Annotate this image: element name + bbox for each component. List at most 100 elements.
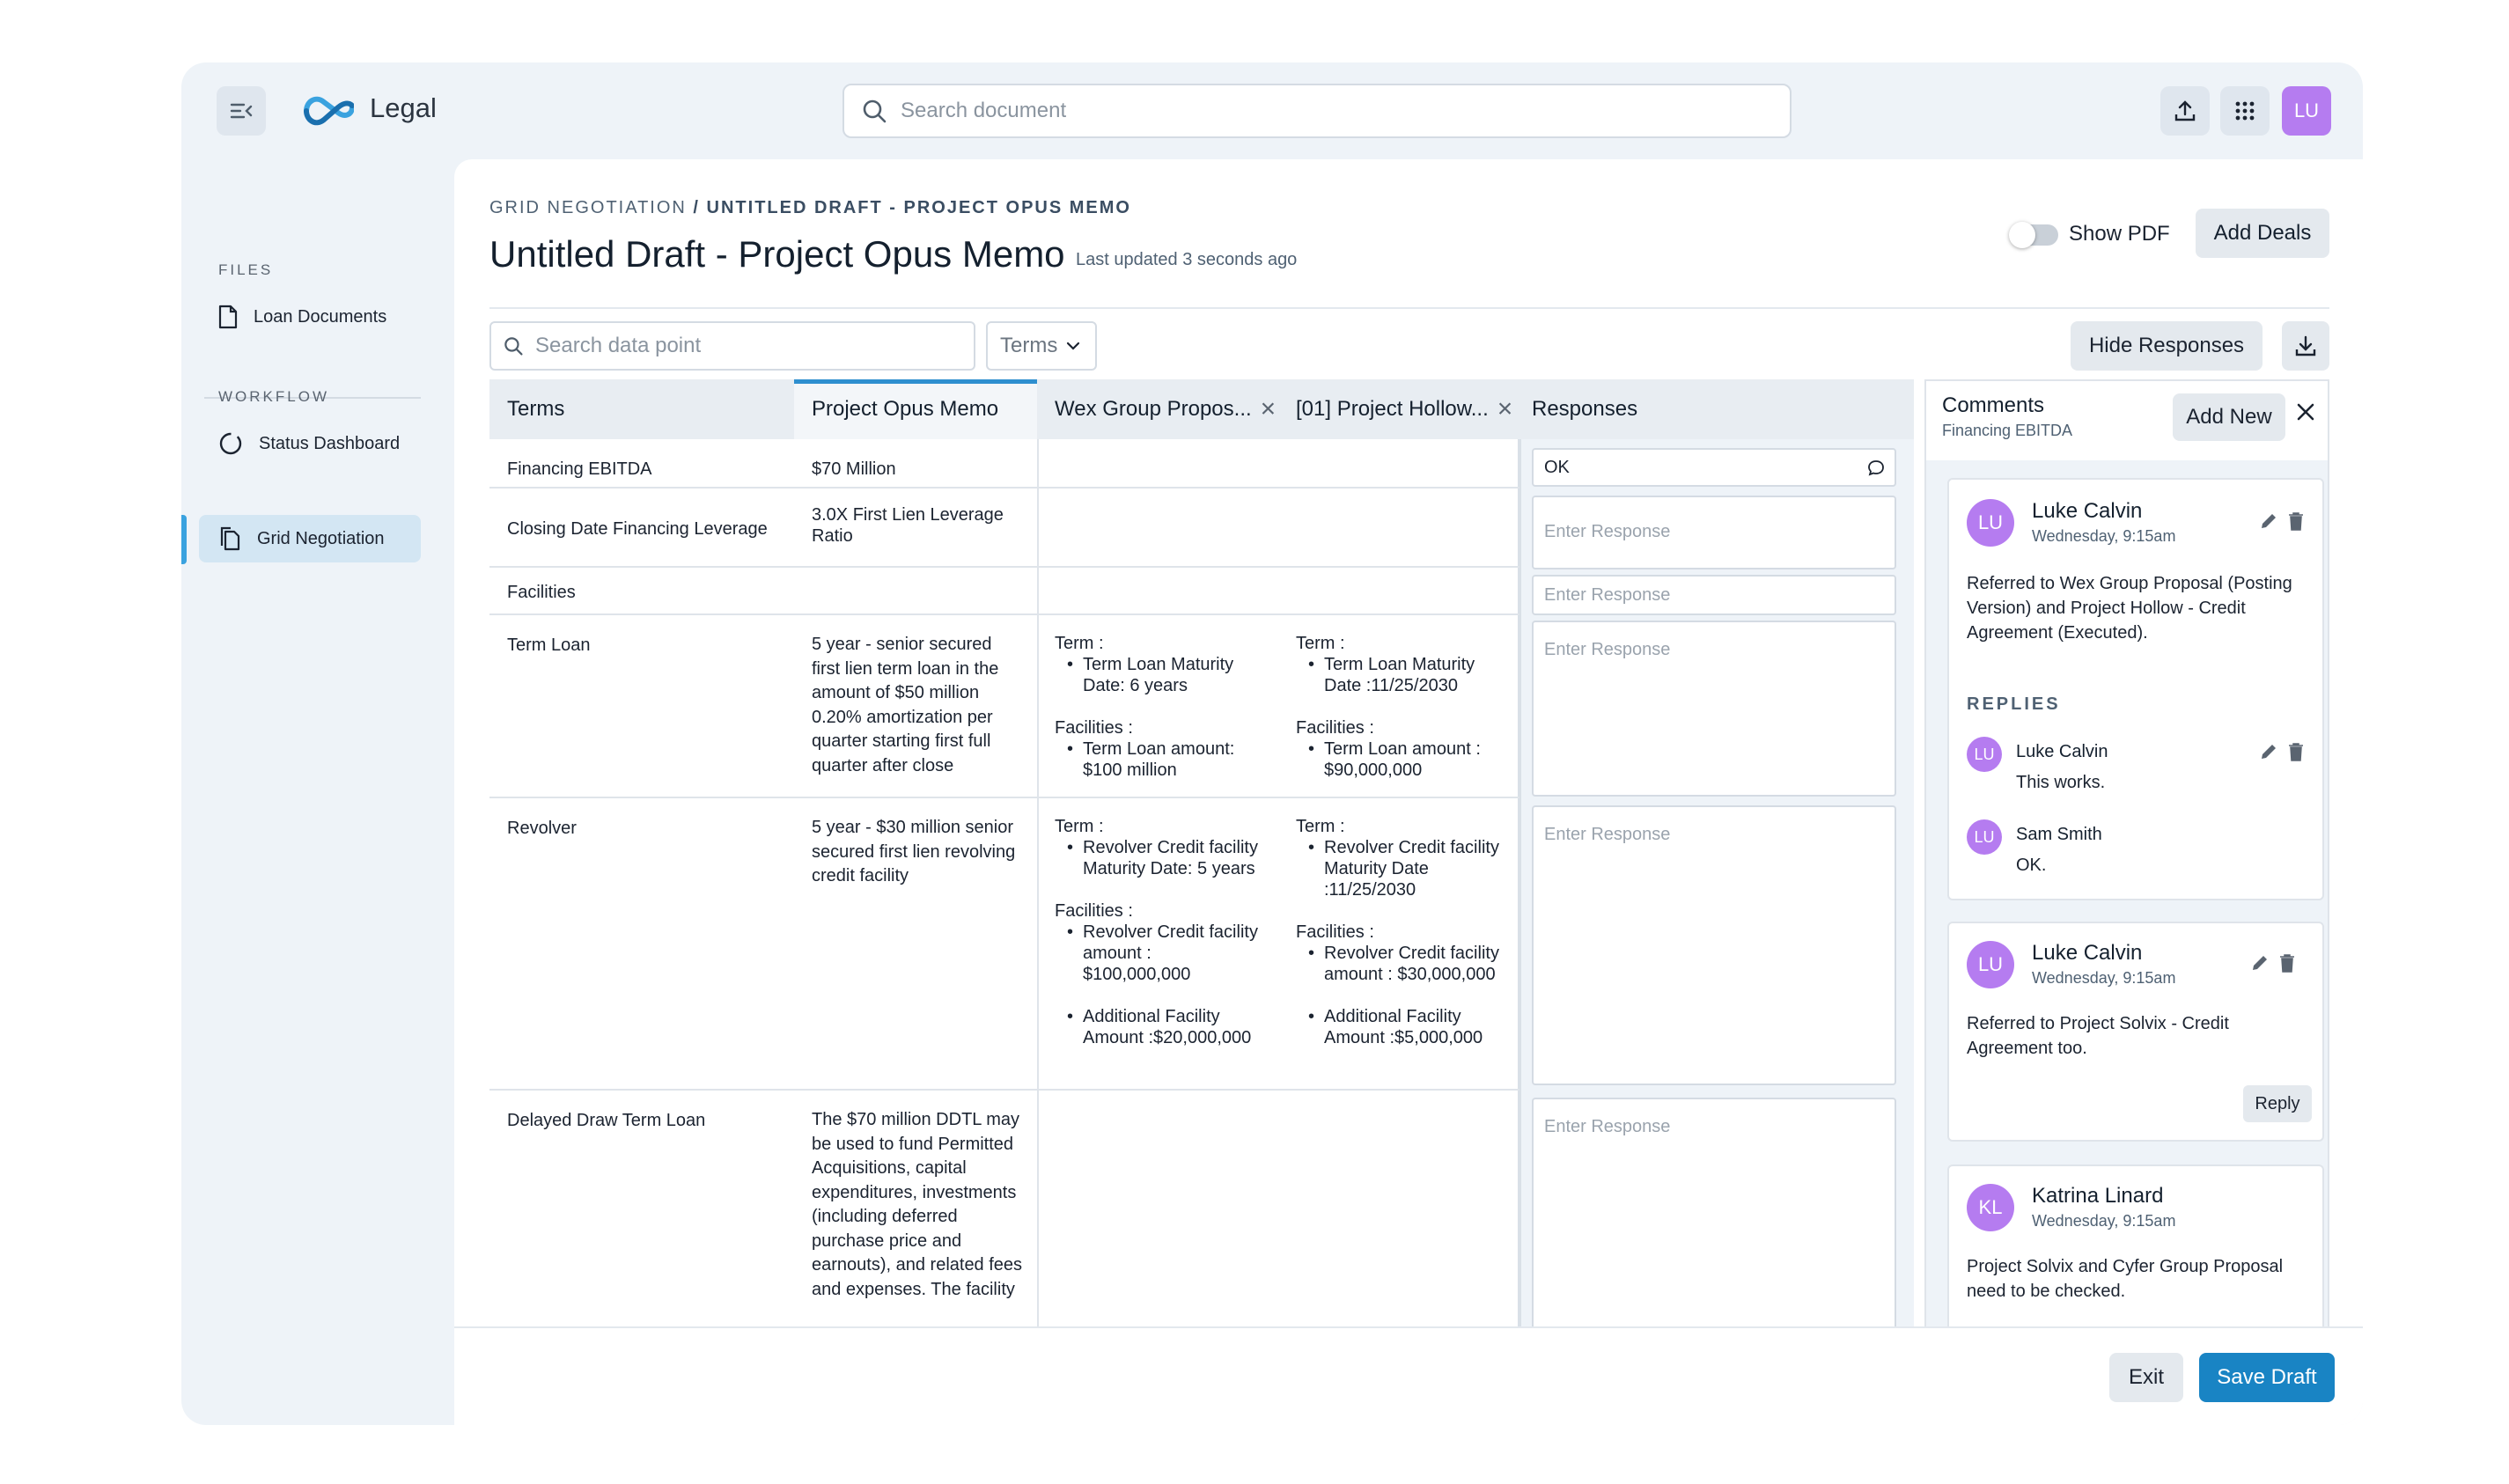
- document-search-input[interactable]: [901, 99, 1693, 123]
- column-header-project-hollow[interactable]: [01] Project Hollow... ×: [1278, 379, 1519, 439]
- hollow-value: Term : Revolver Credit facility Maturity…: [1296, 816, 1504, 1048]
- reply-text: OK.: [2016, 856, 2047, 875]
- sidebar-item-grid-negotiation[interactable]: Grid Negotiation: [199, 515, 421, 562]
- opus-value: 5 year - $30 million senior secured firs…: [812, 818, 1016, 885]
- response-input[interactable]: [1544, 522, 1843, 542]
- user-avatar[interactable]: LU: [2282, 86, 2331, 136]
- comments-subtitle: Financing EBITDA: [1942, 422, 2073, 439]
- collapse-menu-button[interactable]: [217, 86, 266, 136]
- term-label: Delayed Draw Term Loan: [507, 1111, 706, 1130]
- comment-card: LU Luke Calvin Wednesday, 9:15am Referre…: [1947, 922, 2324, 1142]
- show-pdf-label: Show PDF: [2069, 222, 2170, 246]
- edit-icon[interactable]: [2259, 511, 2278, 531]
- response-input[interactable]: [1544, 640, 1843, 660]
- app-logo-icon: [304, 96, 354, 126]
- breadcrumb-parent[interactable]: GRID NEGOTIATION: [489, 198, 687, 217]
- breadcrumb-separator: /: [686, 198, 707, 217]
- response-field[interactable]: OK: [1532, 448, 1896, 487]
- add-deals-button[interactable]: Add Deals: [2196, 209, 2329, 258]
- wex-value: Term : Term Loan Maturity Date: 6 years …: [1055, 633, 1262, 781]
- response-field[interactable]: [1532, 1098, 1896, 1335]
- avatar: KL: [1967, 1184, 2014, 1231]
- delete-icon[interactable]: [2287, 742, 2305, 761]
- list-item: Term Loan amount : $90,000,000: [1308, 738, 1504, 781]
- save-draft-button[interactable]: Save Draft: [2199, 1353, 2335, 1402]
- list-item: Term Loan Maturity Date: 6 years: [1067, 654, 1262, 696]
- term-section-label: Term :: [1055, 817, 1104, 836]
- sidebar-item-label: Loan Documents: [254, 306, 387, 327]
- search-icon: [863, 99, 887, 123]
- files-section-label: FILES: [218, 261, 274, 278]
- close-icon[interactable]: ×: [1497, 394, 1513, 424]
- edit-icon[interactable]: [2250, 953, 2270, 973]
- avatar: LU: [1967, 737, 2002, 772]
- reply-button[interactable]: Reply: [2243, 1085, 2312, 1122]
- negotiation-grid: Terms Project Opus Memo Wex Group Propos…: [489, 379, 1914, 1335]
- response-input[interactable]: [1544, 585, 1843, 606]
- reply-text: This works.: [2016, 773, 2106, 792]
- delete-icon[interactable]: [2278, 953, 2296, 973]
- response-field[interactable]: [1532, 575, 1896, 615]
- facilities-section-label: Facilities :: [1055, 901, 1133, 921]
- facilities-section-label: Facilities :: [1296, 718, 1374, 738]
- data-point-search[interactable]: [489, 321, 975, 371]
- reply-author: Luke Calvin: [2016, 742, 2108, 761]
- column-header-project-opus-memo[interactable]: Project Opus Memo: [794, 379, 1037, 439]
- column-header-wex-group[interactable]: Wex Group Propos... ×: [1037, 379, 1278, 439]
- download-icon: [2295, 335, 2316, 356]
- comments-title: Comments: [1942, 393, 2045, 417]
- comment-card: LU Luke Calvin Wednesday, 9:15am Referre…: [1947, 478, 2324, 900]
- list-item: Revolver Credit facility Maturity Date: …: [1067, 837, 1262, 879]
- response-field[interactable]: [1532, 496, 1896, 569]
- comment-time: Wednesday, 9:15am: [2032, 969, 2176, 987]
- row-divider: [489, 487, 1519, 489]
- response-field[interactable]: [1532, 621, 1896, 797]
- top-bar: Legal LU: [181, 62, 2363, 159]
- term-label: Term Loan: [507, 635, 591, 655]
- list-item: Revolver Credit facility amount : $30,00…: [1308, 943, 1504, 985]
- term-section-label: Term :: [1296, 634, 1345, 653]
- document-search[interactable]: [842, 84, 1792, 138]
- data-point-search-input[interactable]: [535, 334, 949, 358]
- term-section-label: Term :: [1296, 817, 1345, 836]
- exit-button[interactable]: Exit: [2109, 1353, 2183, 1402]
- add-comment-button[interactable]: Add New: [2173, 393, 2285, 441]
- page-title: Untitled Draft - Project Opus Memo: [489, 233, 1065, 275]
- row-divider: [489, 797, 1519, 798]
- download-button[interactable]: [2282, 321, 2329, 371]
- copy-document-icon: [220, 526, 240, 551]
- response-input[interactable]: [1544, 1117, 1843, 1137]
- main-panel: GRID NEGOTIATION / UNTITLED DRAFT - PROJ…: [454, 159, 2363, 1425]
- comment-time: Wednesday, 9:15am: [2032, 527, 2176, 545]
- response-input[interactable]: [1544, 825, 1843, 845]
- show-pdf-toggle[interactable]: [2009, 222, 2058, 248]
- delete-icon[interactable]: [2287, 511, 2305, 531]
- wex-value: Term : Revolver Credit facility Maturity…: [1055, 816, 1262, 1048]
- terms-filter-select[interactable]: Terms: [986, 321, 1097, 371]
- close-icon[interactable]: ×: [1261, 394, 1277, 424]
- term-section-label: Term :: [1055, 634, 1104, 653]
- column-header-responses[interactable]: Responses: [1519, 379, 1914, 439]
- column-header-label: Wex Group Propos...: [1055, 397, 1252, 421]
- term-label: Revolver: [507, 819, 577, 838]
- row-divider: [489, 1089, 1519, 1091]
- upload-button[interactable]: [2160, 86, 2210, 136]
- response-value: OK: [1544, 457, 1570, 477]
- footer-bar: Exit Save Draft: [454, 1326, 2363, 1425]
- list-item: Revolver Credit facility Maturity Date :…: [1308, 837, 1504, 900]
- close-icon[interactable]: [2296, 402, 2315, 422]
- replies-label: REPLIES: [1967, 694, 2061, 714]
- response-field[interactable]: [1532, 805, 1896, 1085]
- sidebar-item-status-dashboard[interactable]: Status Dashboard: [199, 420, 421, 467]
- row-divider: [489, 613, 1519, 615]
- comment-icon[interactable]: [1866, 459, 1886, 478]
- apps-grid-button[interactable]: [2220, 86, 2270, 136]
- avatar: LU: [1967, 499, 2014, 547]
- edit-icon[interactable]: [2259, 742, 2278, 761]
- active-column-underline: [794, 379, 1037, 384]
- column-header-terms[interactable]: Terms: [489, 379, 794, 439]
- sidebar-item-loan-documents[interactable]: Loan Documents: [199, 293, 421, 341]
- list-item: Revolver Credit facility amount : $100,0…: [1067, 922, 1262, 985]
- comment-author: Katrina Linard: [2032, 1184, 2164, 1208]
- hide-responses-button[interactable]: Hide Responses: [2071, 321, 2263, 371]
